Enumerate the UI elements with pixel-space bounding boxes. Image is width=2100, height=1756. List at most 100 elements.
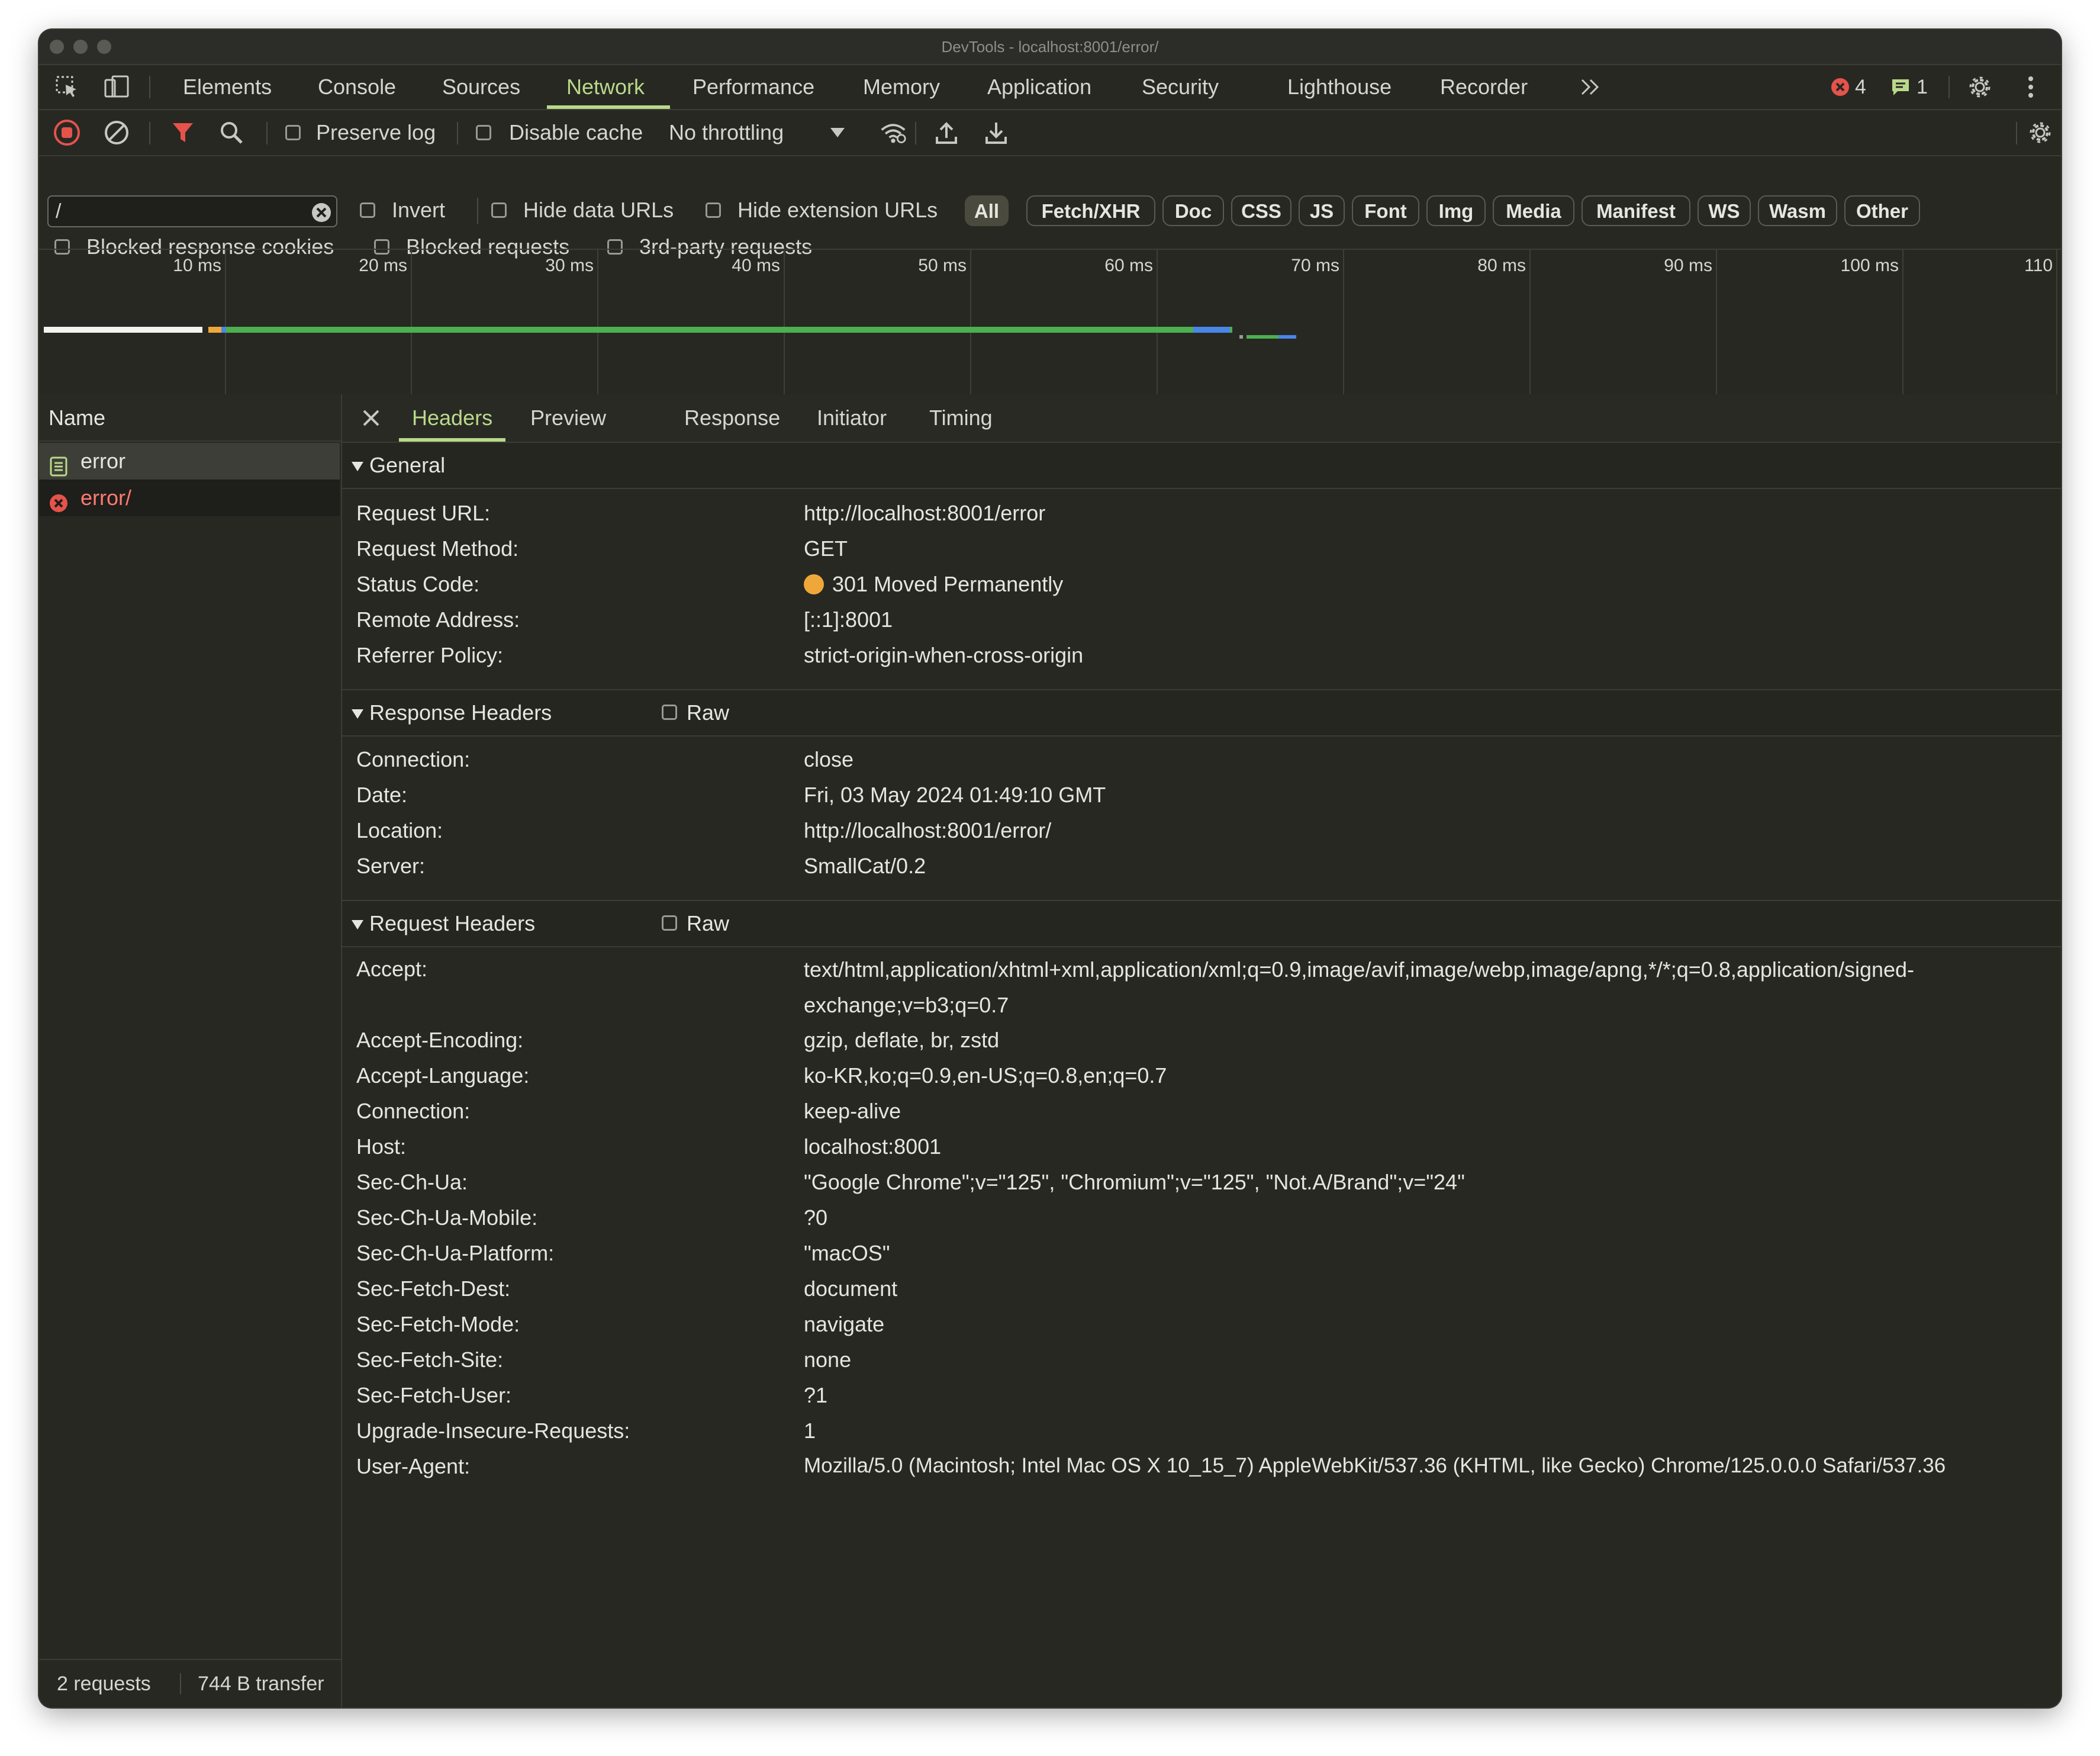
header-key: Sec-Ch-Ua-Mobile: (356, 1205, 538, 1230)
more-options-icon[interactable] (2017, 73, 2044, 101)
main-tab-bar: Elements Console Sources Network Perform… (39, 65, 2061, 110)
inspect-element-icon[interactable] (53, 73, 80, 101)
header-value: Mozilla/5.0 (Macintosh; Intel Mac OS X 1… (804, 1454, 1946, 1477)
tab-console[interactable]: Console (318, 65, 396, 109)
tab-security[interactable]: Security (1142, 65, 1219, 109)
filter-input-value[interactable]: / (56, 200, 61, 223)
tab-elements[interactable]: Elements (183, 65, 272, 109)
tab-memory[interactable]: Memory (863, 65, 940, 109)
hide-data-urls-checkbox[interactable] (491, 202, 507, 218)
devtools-window: DevTools - localhost:8001/error/ Element… (39, 30, 2061, 1707)
clear-icon[interactable] (103, 119, 130, 146)
timeline-second-waiting (1247, 335, 1278, 339)
network-settings-gear-icon[interactable] (2027, 119, 2054, 146)
header-value: ko-KR,ko;q=0.9,en-US;q=0.8,en;q=0.7 (804, 1063, 1167, 1088)
messages-badge-icon[interactable] (1887, 73, 1914, 101)
general-section-header[interactable]: General (342, 443, 2061, 489)
request-name: error/ (80, 485, 132, 510)
header-key: Connection: (356, 1099, 471, 1123)
errors-count[interactable]: 4 (1855, 65, 1866, 109)
type-filter-media[interactable]: Media (1493, 195, 1574, 226)
tab-sources[interactable]: Sources (442, 65, 520, 109)
header-key: Date: (356, 783, 408, 807)
response-headers-section-header[interactable]: Response Headers Raw (342, 689, 2061, 737)
hide-extension-urls-checkbox[interactable] (706, 202, 721, 218)
name-column-header[interactable]: Name (39, 394, 341, 442)
tab-initiator[interactable]: Initiator (817, 394, 887, 442)
active-tab-indicator (547, 105, 670, 109)
disable-cache-label[interactable]: Disable cache (509, 120, 643, 145)
tab-timing[interactable]: Timing (929, 394, 993, 442)
import-har-upload-icon[interactable] (933, 119, 960, 146)
raw-checkbox[interactable] (662, 915, 677, 931)
type-filter-fetch-xhr[interactable]: Fetch/XHR (1026, 195, 1155, 226)
type-filter-doc[interactable]: Doc (1162, 195, 1224, 226)
type-filter-ws[interactable]: WS (1698, 195, 1751, 226)
header-key: Sec-Ch-Ua: (356, 1170, 468, 1194)
tab-recorder[interactable]: Recorder (1440, 65, 1528, 109)
transferred-size: 744 B transfer (198, 1673, 324, 1695)
request-detail-panel: Headers Preview Response Initiator Timin… (342, 394, 2061, 1707)
active-detail-tab-indicator (399, 438, 505, 442)
invert-checkbox[interactable] (360, 202, 375, 218)
raw-checkbox[interactable] (662, 705, 677, 720)
request-row-error[interactable]: error (39, 443, 340, 480)
type-filter-css[interactable]: CSS (1231, 195, 1291, 226)
header-value: http://localhost:8001/error (804, 501, 1046, 525)
toolbar-divider-4 (915, 122, 916, 144)
export-har-download-icon[interactable] (983, 119, 1010, 146)
throttling-select[interactable]: No throttling (669, 120, 784, 145)
device-toolbar-icon[interactable] (103, 73, 130, 101)
header-value: gzip, deflate, br, zstd (804, 1028, 1000, 1052)
more-tabs-chevron-icon[interactable] (1577, 73, 1604, 101)
type-filter-wasm[interactable]: Wasm (1758, 195, 1837, 226)
tab-preview[interactable]: Preview (530, 394, 606, 442)
type-filter-font[interactable]: Font (1352, 195, 1419, 226)
tab-headers[interactable]: Headers (412, 394, 492, 442)
raw-label[interactable]: Raw (687, 901, 729, 946)
type-filter-js[interactable]: JS (1299, 195, 1345, 226)
status-dot-icon (804, 574, 824, 594)
header-key: Sec-Fetch-Site: (356, 1347, 504, 1372)
filter-icon[interactable] (169, 119, 197, 146)
toolbar-divider (149, 122, 150, 144)
tab-response[interactable]: Response (684, 394, 780, 442)
chevron-down-icon[interactable] (824, 119, 851, 146)
request-headers-section-header[interactable]: Request Headers Raw (342, 900, 2061, 947)
network-conditions-wifi-icon[interactable] (880, 119, 907, 146)
type-filter-other[interactable]: Other (1844, 195, 1920, 226)
stop-recording-icon[interactable] (53, 119, 80, 146)
header-value: http://localhost:8001/error/ (804, 818, 1052, 842)
header-value: ?0 (804, 1205, 828, 1230)
toolbar-divider-3 (457, 122, 458, 144)
header-key: Request URL: (356, 501, 491, 525)
messages-count[interactable]: 1 (1917, 65, 1928, 109)
type-filter-img[interactable]: Img (1426, 195, 1486, 226)
raw-label[interactable]: Raw (687, 690, 729, 735)
tab-application[interactable]: Application (987, 65, 1091, 109)
preserve-log-checkbox[interactable] (285, 125, 301, 140)
error-icon (49, 488, 69, 525)
invert-label[interactable]: Invert (392, 198, 445, 223)
tab-network[interactable]: Network (566, 65, 645, 109)
tab-lighthouse[interactable]: Lighthouse (1287, 65, 1392, 109)
settings-gear-icon[interactable] (1966, 73, 1993, 101)
disable-cache-checkbox[interactable] (476, 125, 491, 140)
timeline-overview[interactable]: 10 ms 20 ms 30 ms 40 ms 50 ms 60 ms 70 m… (39, 249, 2061, 395)
type-filter-all[interactable]: All (965, 195, 1009, 226)
hide-extension-urls-label[interactable]: Hide extension URLs (737, 198, 938, 223)
search-icon[interactable] (218, 119, 245, 146)
timeline-download-bar (1193, 327, 1230, 333)
type-filter-manifest[interactable]: Manifest (1582, 195, 1690, 226)
filter-input[interactable]: / (47, 195, 337, 227)
header-key: Request Method: (356, 536, 519, 561)
timeline-gridline (970, 250, 971, 394)
close-icon[interactable] (357, 404, 385, 432)
preserve-log-label[interactable]: Preserve log (316, 120, 436, 145)
tab-performance[interactable]: Performance (693, 65, 814, 109)
header-value: SmallCat/0.2 (804, 854, 926, 878)
request-row-error-slash[interactable]: error/ (39, 480, 340, 516)
clear-filter-icon[interactable] (308, 199, 335, 226)
hide-data-urls-label[interactable]: Hide data URLs (523, 198, 674, 223)
errors-badge-icon[interactable] (1827, 73, 1854, 101)
